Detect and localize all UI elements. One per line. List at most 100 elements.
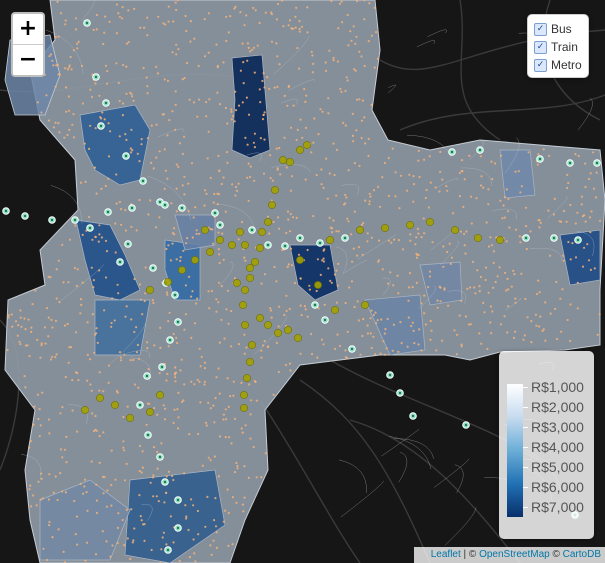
- bus-stop: [392, 323, 395, 326]
- bus-stop: [86, 321, 89, 324]
- bus-stop: [57, 73, 60, 76]
- bus-stop: [54, 356, 57, 359]
- bus-stop: [119, 208, 123, 211]
- bus-stop: [76, 42, 79, 46]
- layer-train[interactable]: ✓ Train: [534, 38, 582, 56]
- metro-station: [294, 334, 302, 342]
- layer-metro[interactable]: ✓ Metro: [534, 56, 582, 74]
- bus-stop: [442, 245, 445, 248]
- bus-stop: [129, 359, 132, 362]
- bus-stop: [542, 148, 545, 151]
- bus-stop: [479, 184, 483, 187]
- bus-stop: [64, 375, 67, 379]
- bus-stop: [138, 160, 141, 163]
- bus-stop: [372, 335, 375, 338]
- bus-stop: [58, 131, 61, 134]
- bus-stop: [311, 54, 314, 57]
- bus-stop: [91, 238, 94, 241]
- bus-stop: [224, 106, 227, 110]
- bus-stop: [98, 233, 101, 236]
- metro-station: [201, 226, 209, 234]
- bus-stop: [48, 520, 51, 524]
- bus-stop: [259, 137, 262, 140]
- bus-stop: [245, 96, 248, 99]
- bus-stop: [77, 40, 80, 44]
- checkbox-bus[interactable]: ✓: [534, 22, 547, 36]
- bus-stop: [61, 243, 64, 246]
- bus-stop: [458, 195, 461, 198]
- metro-station: [164, 278, 172, 286]
- bus-stop: [137, 386, 140, 389]
- checkbox-metro[interactable]: ✓: [534, 58, 547, 72]
- bus-stop: [327, 112, 330, 115]
- bus-stop: [174, 103, 177, 106]
- bus-stop: [399, 321, 402, 324]
- metro-station: [356, 226, 364, 234]
- bus-stop: [237, 238, 240, 241]
- bus-stop: [378, 205, 382, 208]
- bus-stop: [417, 232, 420, 235]
- bus-stop: [98, 389, 101, 392]
- cartodb-link[interactable]: CartoDB: [563, 549, 601, 560]
- bus-stop: [163, 418, 167, 421]
- bus-stop: [227, 405, 230, 408]
- bus-stop: [344, 356, 347, 359]
- bus-stop: [301, 136, 304, 139]
- bus-stop: [98, 371, 101, 374]
- bus-stop: [252, 6, 255, 10]
- bus-stop: [249, 165, 252, 168]
- bus-stop: [446, 250, 449, 254]
- bus-stop: [205, 424, 208, 427]
- layer-bus[interactable]: ✓ Bus: [534, 20, 582, 38]
- bus-stop: [79, 181, 83, 184]
- bus-stop: [222, 258, 225, 261]
- bus-stop: [258, 21, 261, 25]
- bus-stop: [184, 504, 187, 507]
- bus-stop: [81, 102, 84, 105]
- zoom-in-button[interactable]: +: [13, 14, 43, 44]
- bus-stop: [185, 515, 188, 518]
- bus-stop: [253, 71, 256, 74]
- map-container[interactable]: + − ✓ Bus ✓ Train ✓ Metro R$1,000 R$2,00…: [0, 0, 605, 563]
- bus-stop: [373, 66, 376, 69]
- openstreetmap-link[interactable]: OpenStreetMap: [479, 549, 550, 560]
- train-station-core: [163, 203, 167, 207]
- bus-stop: [559, 297, 562, 300]
- bus-stop: [425, 188, 428, 192]
- bus-stop: [197, 64, 200, 68]
- bus-stop: [519, 241, 522, 244]
- bus-stop: [189, 20, 192, 23]
- zoom-out-button[interactable]: −: [13, 44, 43, 75]
- bus-stop: [165, 291, 169, 294]
- bus-stop: [468, 154, 471, 157]
- bus-stop: [107, 155, 111, 158]
- bus-stop: [453, 329, 456, 332]
- leaflet-link[interactable]: Leaflet: [431, 549, 461, 560]
- bus-stop: [423, 294, 426, 297]
- street: [394, 438, 435, 459]
- bus-stop: [514, 330, 517, 333]
- bus-stop: [136, 343, 139, 347]
- bus-stop: [396, 274, 399, 277]
- bus-stop: [259, 101, 262, 104]
- bus-stop: [122, 440, 125, 443]
- bus-stop: [273, 265, 276, 269]
- bus-stop: [179, 256, 182, 259]
- bus-stop: [345, 196, 348, 199]
- bus-stop: [571, 242, 574, 245]
- bus-stop: [224, 509, 227, 512]
- bus-stop: [361, 253, 364, 256]
- bus-stop: [91, 95, 94, 99]
- bus-stop: [536, 163, 539, 166]
- metro-station: [216, 236, 224, 244]
- bus-stop: [322, 249, 325, 252]
- bus-stop: [389, 271, 392, 274]
- bus-stop: [50, 318, 53, 321]
- bus-stop: [523, 334, 526, 337]
- bus-stop: [95, 511, 98, 514]
- bus-stop: [139, 26, 142, 29]
- bus-stop: [367, 40, 370, 43]
- train-station-core: [163, 480, 167, 484]
- checkbox-train[interactable]: ✓: [534, 40, 547, 54]
- bus-stop: [235, 461, 238, 465]
